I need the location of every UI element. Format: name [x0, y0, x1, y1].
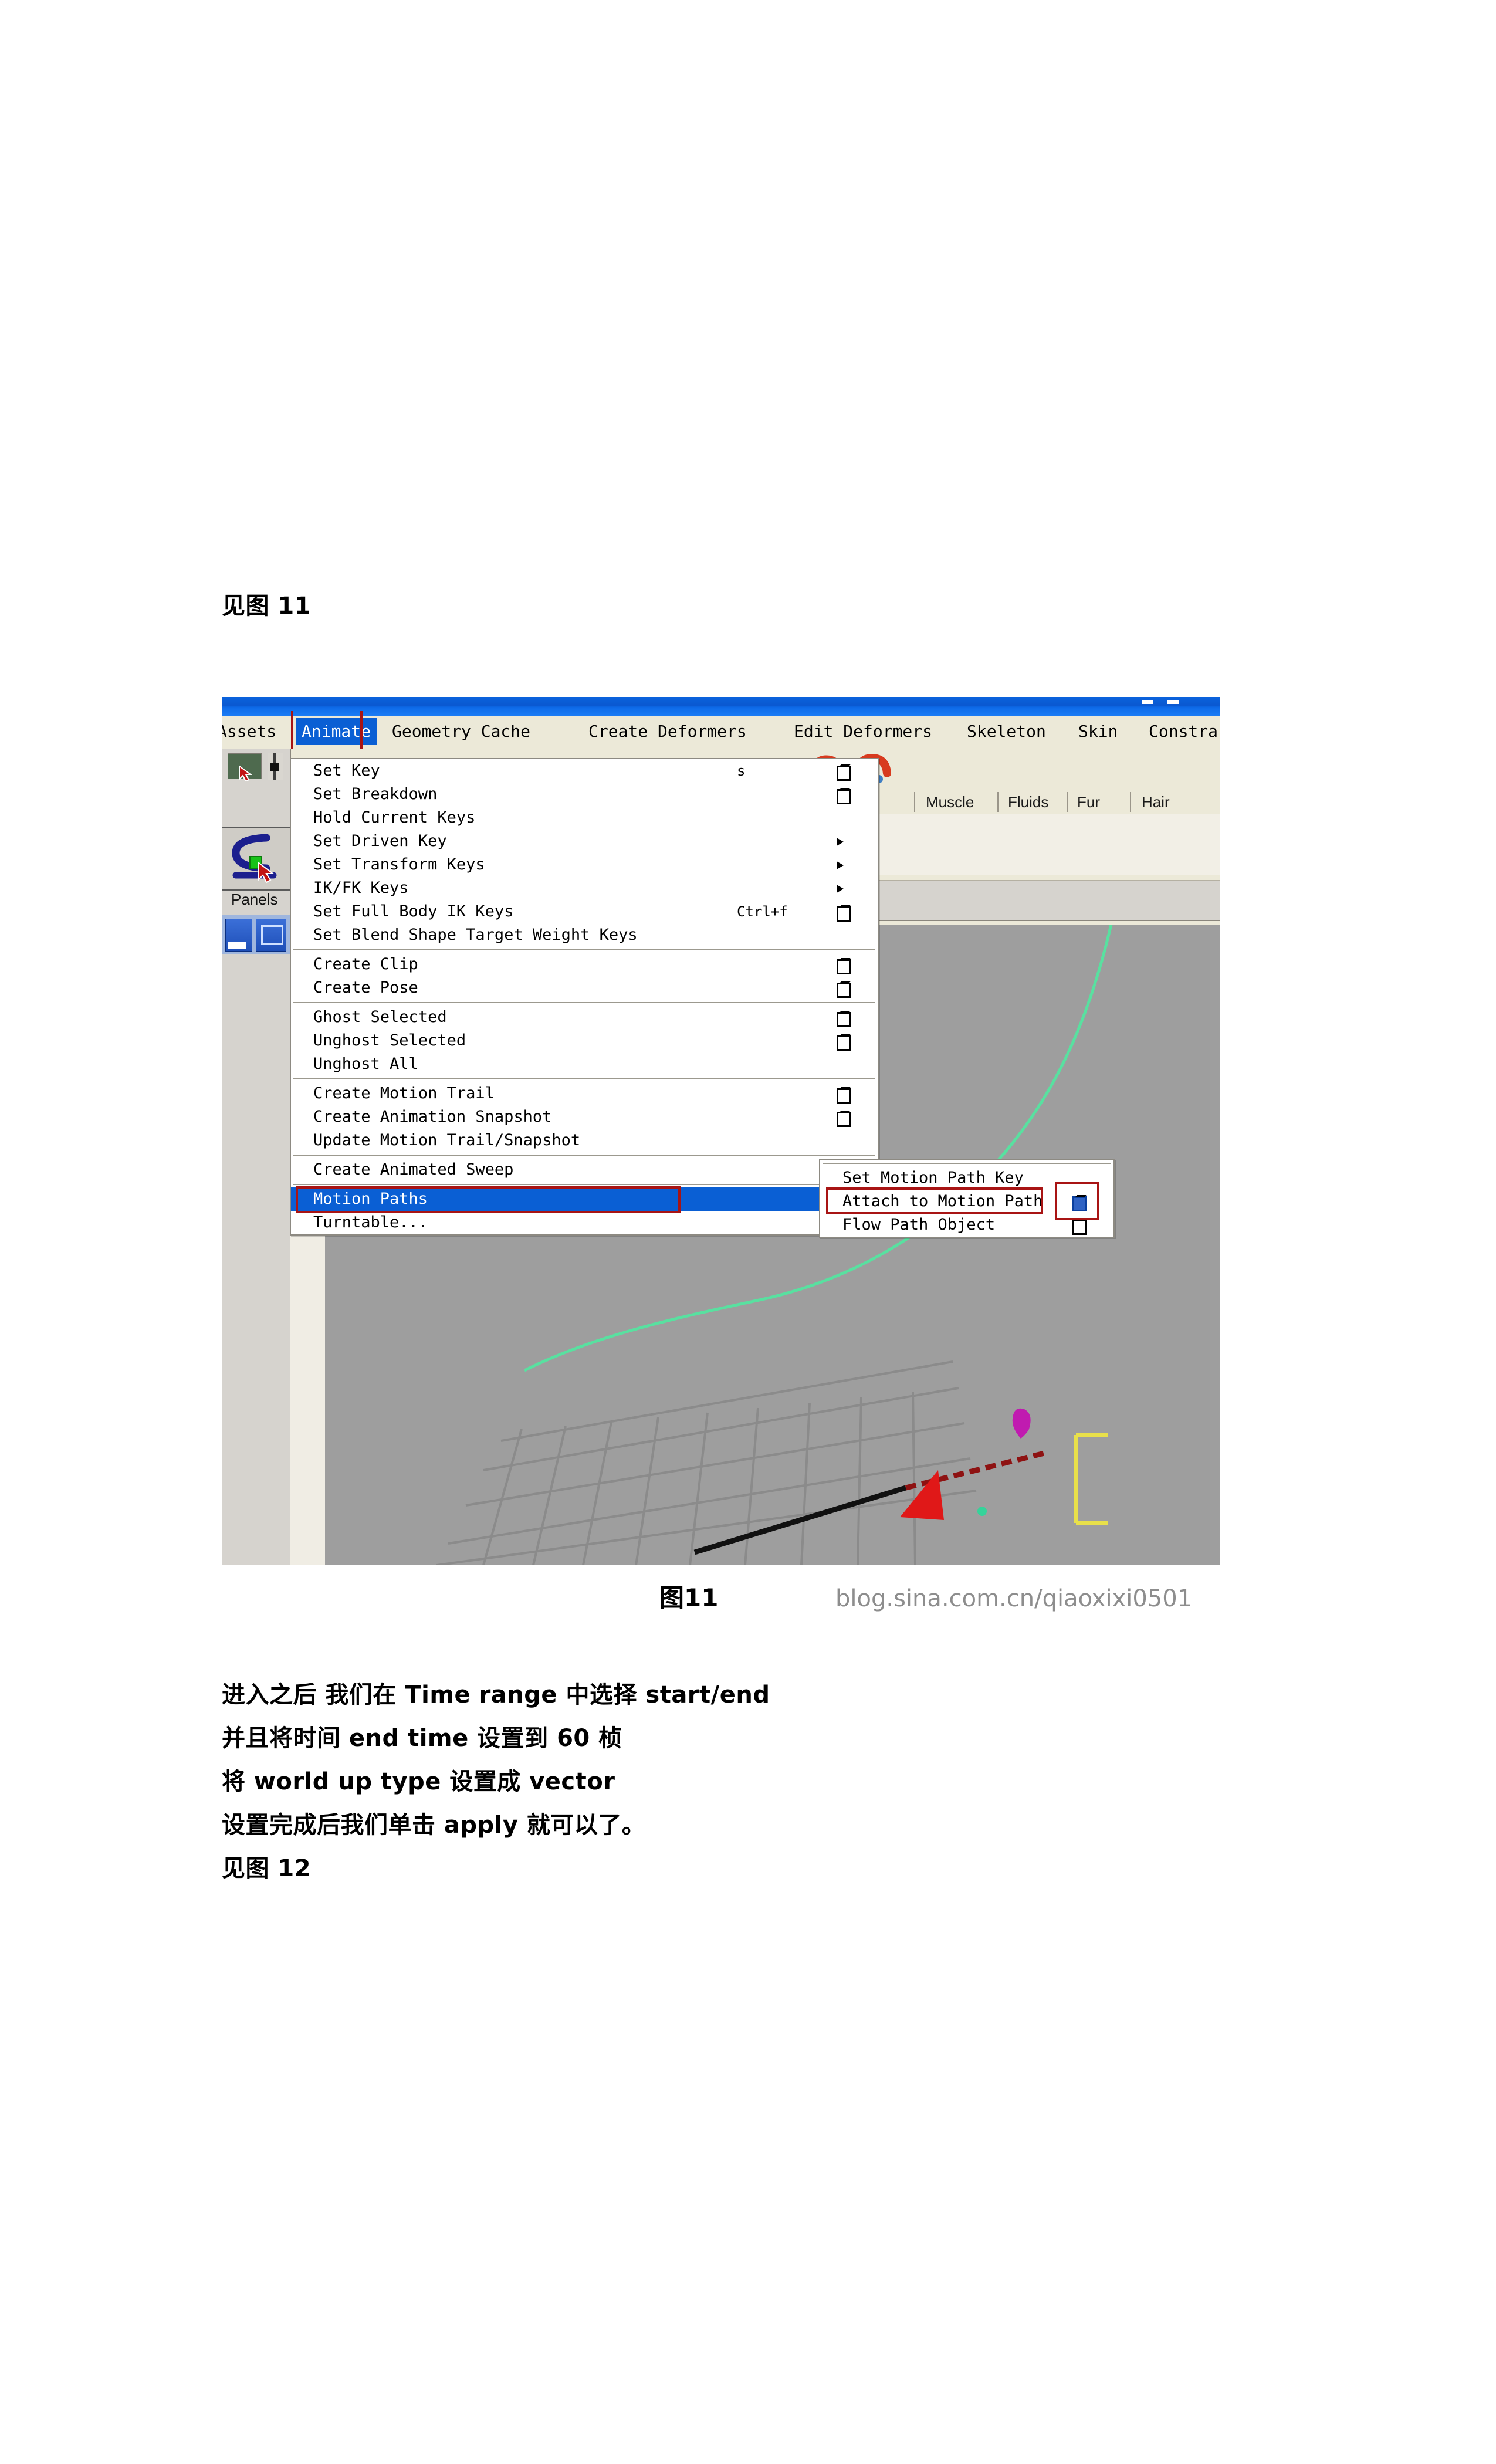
menu-item-label: Create Clip — [313, 955, 418, 973]
menu-item-option-box-icon[interactable] — [837, 983, 851, 998]
menu-item-shortcut: Ctrl+f — [737, 903, 788, 920]
menu-item-option-box-icon[interactable] — [837, 1088, 851, 1104]
submenu-arrow-icon — [837, 838, 844, 846]
menu-item-label: Set Full Body IK Keys — [313, 902, 514, 920]
shelf-tab-fur[interactable]: Fur — [1072, 791, 1105, 813]
menu-item-unghost-all[interactable]: Unghost All — [291, 1052, 878, 1076]
maya-screenshot: Assets Animate Geometry Cache Create Deform… — [222, 697, 1220, 1565]
watermark-url: blog.sina.com.cn/qiaoxixi0501 — [835, 1585, 1193, 1612]
menu-item-set-driven-key[interactable]: Set Driven Key — [291, 830, 878, 853]
cursor-icon — [239, 765, 253, 781]
four-view-button[interactable] — [256, 919, 286, 952]
menu-item-unghost-selected[interactable]: Unghost Selected — [291, 1029, 878, 1052]
menu-item-label: Set Blend Shape Target Weight Keys — [313, 926, 638, 944]
submenu-tearoff-handle[interactable] — [820, 1160, 1113, 1166]
menu-item-option-box-icon[interactable] — [837, 1012, 851, 1027]
menubar-item-constra[interactable]: Constra — [1149, 718, 1218, 745]
menu-item-label: Unghost All — [313, 1055, 418, 1073]
body-line-4: 见图 12 — [222, 1855, 312, 1882]
menu-item-option-box-icon[interactable] — [837, 766, 851, 781]
maximize-icon[interactable] — [1167, 700, 1179, 704]
menu-item-update-motion-trail-snapshot[interactable]: Update Motion Trail/Snapshot — [291, 1129, 878, 1152]
animate-dropdown-menu[interactable]: Set Key s Set Breakdown Hold Current Keys Se… — [290, 758, 879, 1236]
submenu-item-label: Set Motion Path Key — [842, 1169, 1024, 1187]
menu-separator — [291, 947, 878, 953]
menu-item-label: Update Motion Trail/Snapshot — [313, 1131, 581, 1149]
menu-item-create-animation-snapshot[interactable]: Create Animation Snapshot — [291, 1105, 878, 1129]
menu-item-create-animated-sweep[interactable]: Create Animated Sweep — [291, 1158, 878, 1182]
tab-divider — [1130, 792, 1131, 812]
tab-divider — [914, 792, 915, 812]
body-line-3: 设置完成后我们单击 apply 就可以了。 — [222, 1812, 646, 1839]
menu-item-label: Unghost Selected — [313, 1031, 466, 1050]
shelf-tab-muscle[interactable]: Muscle — [921, 791, 979, 813]
menu-item-label: Create Motion Trail — [313, 1084, 495, 1102]
tab-divider — [997, 792, 999, 812]
maya-menubar: Assets Animate Geometry Cache Create Deform… — [222, 716, 1220, 749]
single-view-button[interactable] — [225, 919, 252, 952]
slider-icon[interactable] — [268, 753, 283, 780]
panel-layout-buttons — [222, 915, 290, 954]
menu-item-shortcut: s — [737, 763, 746, 779]
window-titlebar — [222, 697, 1220, 716]
minimize-icon[interactable] — [1142, 700, 1153, 704]
menu-item-option-box-icon[interactable] — [837, 1035, 851, 1051]
tab-divider — [1067, 792, 1068, 812]
menu-item-option-box-icon[interactable] — [837, 1112, 851, 1127]
submenu-arrow-icon — [837, 861, 844, 869]
menu-item-option-box-icon[interactable] — [837, 906, 851, 922]
attach-option-box-callout — [1055, 1182, 1099, 1220]
menu-item-ghost-selected[interactable]: Ghost Selected — [291, 1006, 878, 1029]
figure-caption: 图11 — [659, 1583, 719, 1612]
menu-item-label: Turntable... — [313, 1213, 428, 1231]
menu-item-set-full-body-ik-keys[interactable]: Set Full Body IK Keys Ctrl+f — [291, 900, 878, 923]
right-shelf-strip — [895, 749, 1220, 788]
menu-item-label: Set Driven Key — [313, 832, 447, 850]
menubar-item-create-deformers[interactable]: Create Deformers — [588, 718, 747, 745]
menu-item-hold-current-keys[interactable]: Hold Current Keys — [291, 806, 878, 830]
menubar-item-assets[interactable]: Assets — [222, 718, 276, 745]
menu-item-label: Create Animation Snapshot — [313, 1108, 552, 1126]
menu-separator — [291, 1000, 878, 1006]
panels-label: Panels — [231, 891, 278, 908]
menu-item-set-key[interactable]: Set Key s — [291, 759, 878, 783]
menu-item-turntable[interactable]: Turntable... — [291, 1211, 878, 1234]
menubar-item-geometry-cache[interactable]: Geometry Cache — [392, 718, 530, 745]
menu-item-set-blend-shape-target-weight-keys[interactable]: Set Blend Shape Target Weight Keys — [291, 923, 878, 947]
submenu-item-label: Flow Path Object — [842, 1216, 996, 1234]
menubar-item-skeleton[interactable]: Skeleton — [967, 718, 1046, 745]
intro-text: 见图 11 — [222, 593, 312, 620]
attach-to-motion-path-callout-box — [826, 1187, 1043, 1214]
menu-item-label: Set Key — [313, 761, 380, 780]
menu-item-set-breakdown[interactable]: Set Breakdown — [291, 783, 878, 806]
menu-item-label: Set Transform Keys — [313, 855, 485, 874]
menu-item-label: Create Pose — [313, 979, 418, 997]
menu-item-create-motion-trail[interactable]: Create Motion Trail — [291, 1082, 878, 1105]
menu-item-label: Set Breakdown — [313, 785, 438, 803]
motion-path-shelf-button[interactable] — [222, 827, 291, 891]
submenu-arrow-icon — [837, 885, 844, 893]
menu-item-ik-fk-keys[interactable]: IK/FK Keys — [291, 876, 878, 900]
body-line-2: 将 world up type 设置成 vector — [222, 1768, 615, 1795]
shelf-tab-fluids[interactable]: Fluids — [1003, 791, 1053, 813]
menu-item-label: IK/FK Keys — [313, 879, 409, 897]
menu-item-create-pose[interactable]: Create Pose — [291, 976, 878, 1000]
menubar-item-skin[interactable]: Skin — [1078, 718, 1118, 745]
menu-item-set-transform-keys[interactable]: Set Transform Keys — [291, 853, 878, 876]
menu-item-label: Ghost Selected — [313, 1008, 447, 1026]
menu-separator — [291, 1152, 878, 1158]
menu-item-option-box-icon[interactable] — [837, 959, 851, 974]
motion-paths-callout-box — [296, 1186, 681, 1213]
animate-callout-box — [291, 711, 363, 750]
menu-item-option-box-icon[interactable] — [837, 789, 851, 804]
menu-separator — [291, 1076, 878, 1082]
menubar-item-edit-deformers[interactable]: Edit Deformers — [794, 718, 932, 745]
menu-item-create-clip[interactable]: Create Clip — [291, 953, 878, 976]
shelf-tab-hair[interactable]: Hair — [1137, 791, 1175, 813]
menu-item-label: Create Animated Sweep — [313, 1160, 514, 1179]
body-line-0: 进入之后 我们在 Time range 中选择 start/end — [222, 1681, 770, 1708]
body-line-1: 并且将时间 end time 设置到 60 桢 — [222, 1725, 622, 1752]
menu-item-label: Hold Current Keys — [313, 808, 476, 827]
submenu-item-option-box-icon[interactable] — [1072, 1220, 1087, 1235]
